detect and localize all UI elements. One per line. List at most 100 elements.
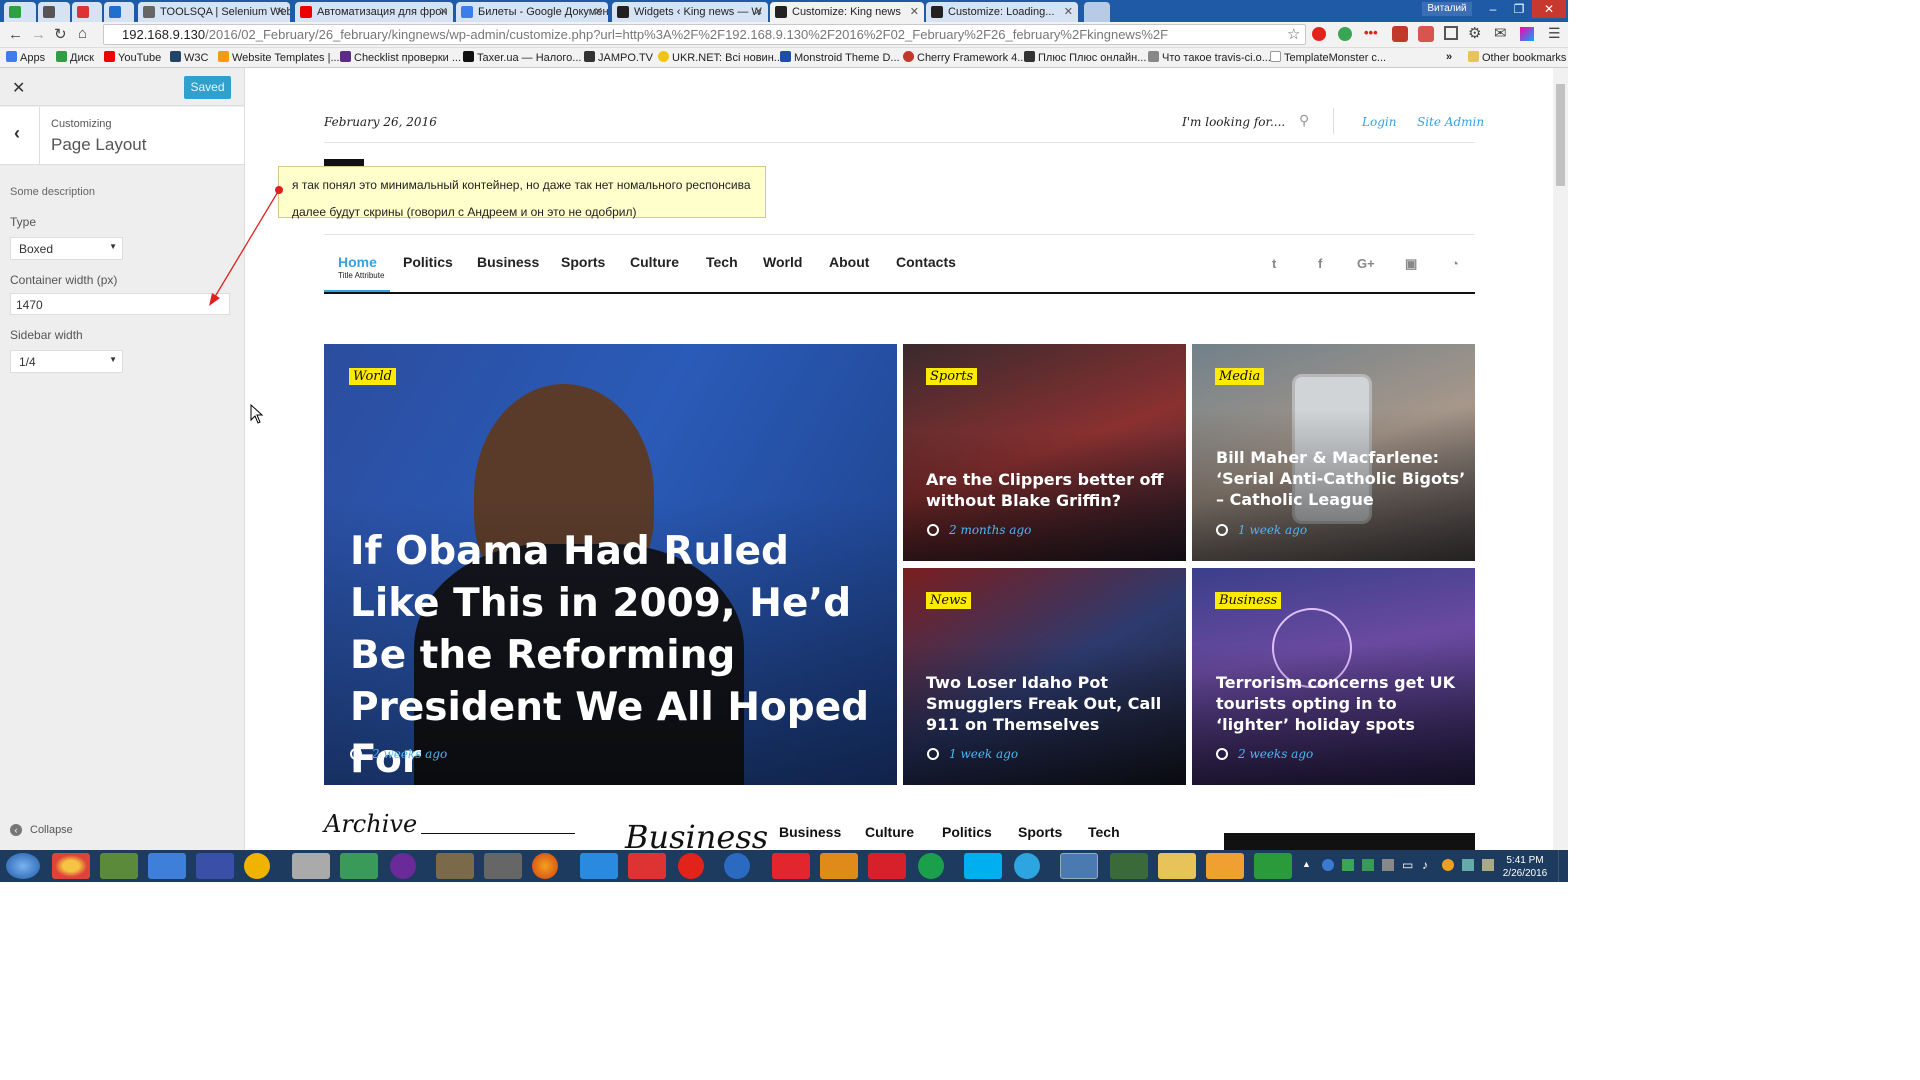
clock-area[interactable]: 5:41 PM 2/26/2016	[1500, 854, 1550, 880]
app-taskbar-icon[interactable]	[484, 853, 522, 879]
browser-tab-active[interactable]: Customize: King news ✕	[770, 2, 924, 22]
news-card[interactable]: Business Terrorism concerns get UK touri…	[1192, 568, 1475, 785]
business-tab[interactable]: Culture	[865, 824, 914, 840]
card-title[interactable]: Two Loser Idaho Pot Smugglers Freak Out,…	[926, 672, 1176, 735]
tray-overflow-icon[interactable]: ▲	[1302, 859, 1311, 869]
bookmark-item[interactable]: Monstroid Theme D...	[780, 51, 900, 64]
nav-item-about[interactable]: About	[829, 254, 869, 270]
opera-taskbar-icon[interactable]	[678, 853, 704, 879]
card-title[interactable]: Bill Maher & Macfarlene: ‘Serial Anti-Ca…	[1216, 447, 1471, 510]
app-taskbar-icon[interactable]	[340, 853, 378, 879]
close-tab-icon[interactable]: ✕	[1064, 5, 1073, 18]
browser-tab[interactable]	[4, 2, 36, 22]
settings-gear-icon[interactable]: ⚙	[1468, 24, 1481, 42]
category-badge[interactable]: World	[349, 368, 396, 385]
maximize-icon[interactable]: ❐	[1506, 0, 1532, 18]
news-card[interactable]: News Two Loser Idaho Pot Smugglers Freak…	[903, 568, 1186, 785]
nav-item-world[interactable]: World	[763, 254, 802, 270]
nav-item-home[interactable]: Home	[338, 254, 377, 270]
back-icon[interactable]: ←	[8, 26, 23, 43]
calculator-taskbar-icon[interactable]	[292, 853, 330, 879]
app-taskbar-icon[interactable]	[436, 853, 474, 879]
login-link[interactable]: Login	[1362, 115, 1396, 129]
explorer-taskbar-icon[interactable]	[1158, 853, 1196, 879]
tray-icon[interactable]	[1342, 859, 1354, 871]
browser-tab[interactable]: Автоматизация для фрон ✕	[295, 2, 453, 22]
app-taskbar-icon[interactable]	[820, 853, 858, 879]
hangouts-taskbar-icon[interactable]	[1254, 853, 1292, 879]
business-tab[interactable]: Politics	[942, 824, 992, 840]
app-taskbar-icon[interactable]	[724, 853, 750, 879]
card-title[interactable]: Terrorism concerns get UK tourists optin…	[1216, 672, 1471, 735]
tray-icon[interactable]	[1322, 859, 1334, 871]
business-tab[interactable]: Sports	[1018, 824, 1062, 840]
nav-item-contacts[interactable]: Contacts	[896, 254, 956, 270]
bookmark-item[interactable]: JAMPO.TV	[584, 51, 653, 64]
category-badge[interactable]: Sports	[926, 368, 978, 385]
bookmark-item[interactable]: Taxer.ua — Налого...	[463, 51, 581, 64]
close-tab-icon[interactable]: ✕	[439, 5, 448, 18]
bookmarks-overflow-icon[interactable]: »	[1446, 51, 1452, 63]
card-title[interactable]: Are the Clippers better off without Blak…	[926, 469, 1176, 511]
browser-tab[interactable]	[104, 2, 134, 22]
home-icon[interactable]: ⌂	[78, 25, 87, 42]
other-bookmarks[interactable]: Other bookmarks	[1468, 51, 1566, 64]
bookmark-item[interactable]: Диск	[56, 51, 94, 64]
address-bar[interactable]: 192.168.9.130/2016/02_February/26_februa…	[103, 24, 1306, 45]
bookmark-item[interactable]: Cherry Framework 4...	[903, 51, 1026, 64]
app-taskbar-icon[interactable]	[390, 853, 416, 879]
extension-icon[interactable]	[1392, 26, 1408, 42]
nav-item-sports[interactable]: Sports	[561, 254, 605, 270]
mail-icon[interactable]: ✉	[1494, 24, 1507, 42]
app-taskbar-icon[interactable]	[148, 853, 186, 879]
close-window-icon[interactable]: ✕	[1532, 0, 1566, 18]
network-icon[interactable]: ▭	[1402, 858, 1413, 872]
search-icon[interactable]: ⚲	[1299, 112, 1309, 129]
youtube-icon[interactable]: ▣	[1405, 256, 1417, 272]
app-taskbar-icon[interactable]	[868, 853, 906, 879]
cast-icon[interactable]	[1444, 26, 1458, 40]
bookmark-star-icon[interactable]: ☆	[1287, 25, 1300, 43]
scrollbar-thumb[interactable]	[1556, 84, 1565, 186]
google-plus-icon[interactable]: G+	[1357, 256, 1375, 271]
sidebar-width-select[interactable]: 1/4 ▼	[10, 350, 123, 373]
tray-icon[interactable]	[1382, 859, 1394, 871]
twitter-icon[interactable]: t	[1272, 256, 1276, 271]
vivaldi-taskbar-icon[interactable]	[772, 853, 810, 879]
app-taskbar-icon[interactable]	[1206, 853, 1244, 879]
bookmark-item[interactable]: W3C	[170, 51, 208, 64]
bookmark-item[interactable]: Плюс Плюс онлайн...	[1024, 51, 1146, 64]
extension-icon[interactable]	[1520, 27, 1534, 41]
bookmark-item[interactable]: Что такое travis-ci.o...	[1148, 51, 1271, 64]
app-taskbar-icon[interactable]	[100, 853, 138, 879]
bookmark-item[interactable]: YouTube	[104, 51, 161, 64]
back-button[interactable]: ‹	[0, 107, 40, 165]
close-tab-icon[interactable]: ✕	[754, 5, 763, 18]
telegram-taskbar-icon[interactable]	[1014, 853, 1040, 879]
save-taskbar-icon[interactable]	[196, 853, 234, 879]
browser-tab[interactable]: Customize: Loading... ✕	[926, 2, 1078, 22]
browser-tab[interactable]: Билеты - Google Докумен ✕	[456, 2, 608, 22]
browser-tab[interactable]	[72, 2, 102, 22]
start-button[interactable]	[6, 853, 40, 879]
chrome-taskbar-icon-active[interactable]	[1060, 853, 1098, 879]
skype-taskbar-icon[interactable]	[964, 853, 1002, 879]
news-card[interactable]: Sports Are the Clippers better off witho…	[903, 344, 1186, 561]
news-card[interactable]: Media Bill Maher & Macfarlene: ‘Serial A…	[1192, 344, 1475, 561]
browser-tab[interactable]: Widgets ‹ King news — W ✕	[612, 2, 768, 22]
close-tab-icon[interactable]: ✕	[594, 5, 603, 18]
browser-tab[interactable]: TOOLSQA | Selenium Web ✕	[138, 2, 290, 22]
extension-icon[interactable]	[1338, 27, 1352, 41]
app-taskbar-icon[interactable]	[244, 853, 270, 879]
tray-icon[interactable]	[1462, 859, 1474, 871]
type-select[interactable]: Boxed ▼	[10, 237, 123, 260]
business-tab[interactable]: Business	[779, 824, 841, 840]
page-scrollbar[interactable]	[1553, 68, 1568, 850]
firefox-taskbar-icon[interactable]	[532, 853, 558, 879]
app-taskbar-icon[interactable]	[1110, 853, 1148, 879]
app-taskbar-icon[interactable]	[918, 853, 944, 879]
category-badge[interactable]: News	[926, 592, 971, 609]
forward-icon[interactable]: →	[31, 26, 46, 43]
show-desktop-button[interactable]	[1558, 850, 1568, 882]
bookmark-item[interactable]: Checklist проверки ...	[340, 51, 461, 64]
